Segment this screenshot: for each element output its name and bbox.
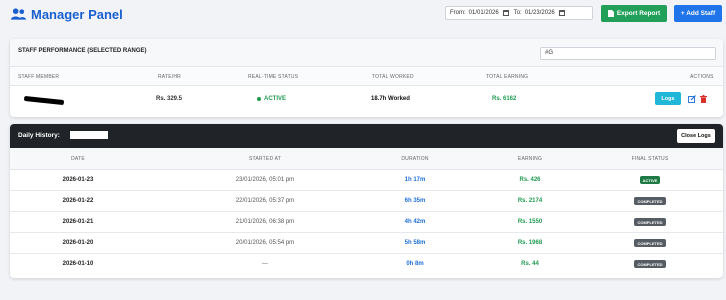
duration-cell: 5h 58m [404,240,426,246]
status-indicator: ACTIVE [257,96,286,102]
status-badge: ACTIVE [640,176,660,184]
export-report-button[interactable]: Export Report [601,5,667,22]
from-label: From: [450,10,466,16]
column-header: FINAL STATUS [631,156,669,162]
total-earning-value: Rs. 6162 [492,96,517,102]
from-date-input[interactable]: 01/01/2026 [469,10,499,16]
export-report-label: Export Report [616,10,661,17]
document-icon [607,10,614,17]
history-header: Daily History: Close Logs [10,124,723,148]
column-header: RATE/HR [158,74,181,80]
history-title: Daily History: [18,132,60,139]
column-header: STARTED AT [248,156,281,162]
redacted-staff-name [70,131,108,139]
earning-cell: Rs. 1550 [517,219,543,225]
rate-value: Rs. 329.5 [156,96,183,102]
column-header: TOTAL WORKED [372,74,414,80]
earning-cell: Rs. 2174 [517,198,543,204]
top-header: Manager Panel From: 01/01/2026 To: 01/23… [0,0,726,30]
to-date-input[interactable]: 01/23/2026 [525,10,555,16]
status-text: ACTIVE [264,96,287,102]
status-badge: COMPLETED [634,260,666,268]
staff-search-input[interactable]: #G [540,47,716,60]
column-header: ACTIONS [690,74,714,80]
page-title: Manager Panel [31,6,123,22]
brand: Manager Panel [11,5,123,23]
daily-history-card: Daily History: Close Logs DATE STARTED A… [10,124,723,278]
started-at-cell: 20/01/2026, 05:54 pm [235,240,295,246]
earning-cell: Rs. 44 [521,261,539,267]
duration-cell: 4h 42m [404,219,426,225]
column-header: EARNING [517,156,543,162]
close-logs-button[interactable]: Close Logs [677,129,715,143]
status-badge: COMPLETED [634,197,666,205]
redacted-staff-name [23,95,65,106]
duration-cell: 0h 8m [406,261,424,267]
table-row[interactable]: 2026-01-10 --- 0h 8m Rs. 44 COMPLETED [10,254,723,275]
users-icon [11,8,26,20]
performance-title: STAFF PERFORMANCE (SELECTED RANGE) [18,48,147,54]
history-table-header: DATE STARTED AT DURATION EARNING FINAL S… [10,148,723,170]
started-at-cell: 21/01/2026, 06:38 pm [235,219,295,225]
column-header: STAFF MEMBER [18,74,60,80]
date-cell: 2026-01-10 [62,261,94,267]
column-header: DURATION [401,156,429,162]
earning-cell: Rs. 1968 [517,240,543,246]
logs-button[interactable]: Logs [655,92,681,105]
add-staff-button[interactable]: + Add Staff [674,5,722,22]
column-header: TOTAL EARNING [486,74,529,80]
date-cell: 2026-01-22 [62,198,94,204]
date-cell: 2026-01-21 [62,219,94,225]
status-badge: COMPLETED [634,239,666,247]
date-range-picker[interactable]: From: 01/01/2026 To: 01/23/2026 [445,6,593,20]
table-row[interactable]: 2026-01-21 21/01/2026, 06:38 pm 4h 42m R… [10,212,723,233]
calendar-icon[interactable] [502,10,509,16]
performance-table-header: STAFF MEMBER RATE/HR REAL-TIME STATUS TO… [10,67,723,86]
date-cell: 2026-01-20 [62,240,94,246]
earning-cell: Rs. 426 [519,177,541,183]
calendar-icon[interactable] [558,10,565,16]
date-cell: 2026-01-23 [62,177,94,183]
table-row[interactable]: 2026-01-22 22/01/2026, 05:37 pm 6h 35m R… [10,191,723,212]
to-label: To: [513,10,522,16]
column-header: REAL-TIME STATUS [248,74,299,80]
column-header: DATE [71,156,85,162]
status-dot [257,97,261,101]
duration-cell: 6h 35m [404,198,426,204]
performance-header: STAFF PERFORMANCE (SELECTED RANGE) #G [10,39,723,67]
table-row[interactable]: 2026-01-20 20/01/2026, 05:54 pm 5h 58m R… [10,233,723,254]
trash-icon[interactable] [700,95,707,103]
total-worked-value: 18.7h Worked [371,96,410,102]
table-row[interactable]: 2026-01-23 23/01/2026, 05:01 pm 1h 17m R… [10,170,723,191]
duration-cell: 1h 17m [404,177,426,183]
started-at-cell: 22/01/2026, 05:37 pm [235,198,295,204]
started-at-cell: --- [262,261,268,267]
edit-icon[interactable] [688,95,696,103]
status-badge: COMPLETED [634,218,666,226]
staff-performance-card: STAFF PERFORMANCE (SELECTED RANGE) #G ST… [10,39,723,117]
started-at-cell: 23/01/2026, 05:01 pm [235,177,295,183]
